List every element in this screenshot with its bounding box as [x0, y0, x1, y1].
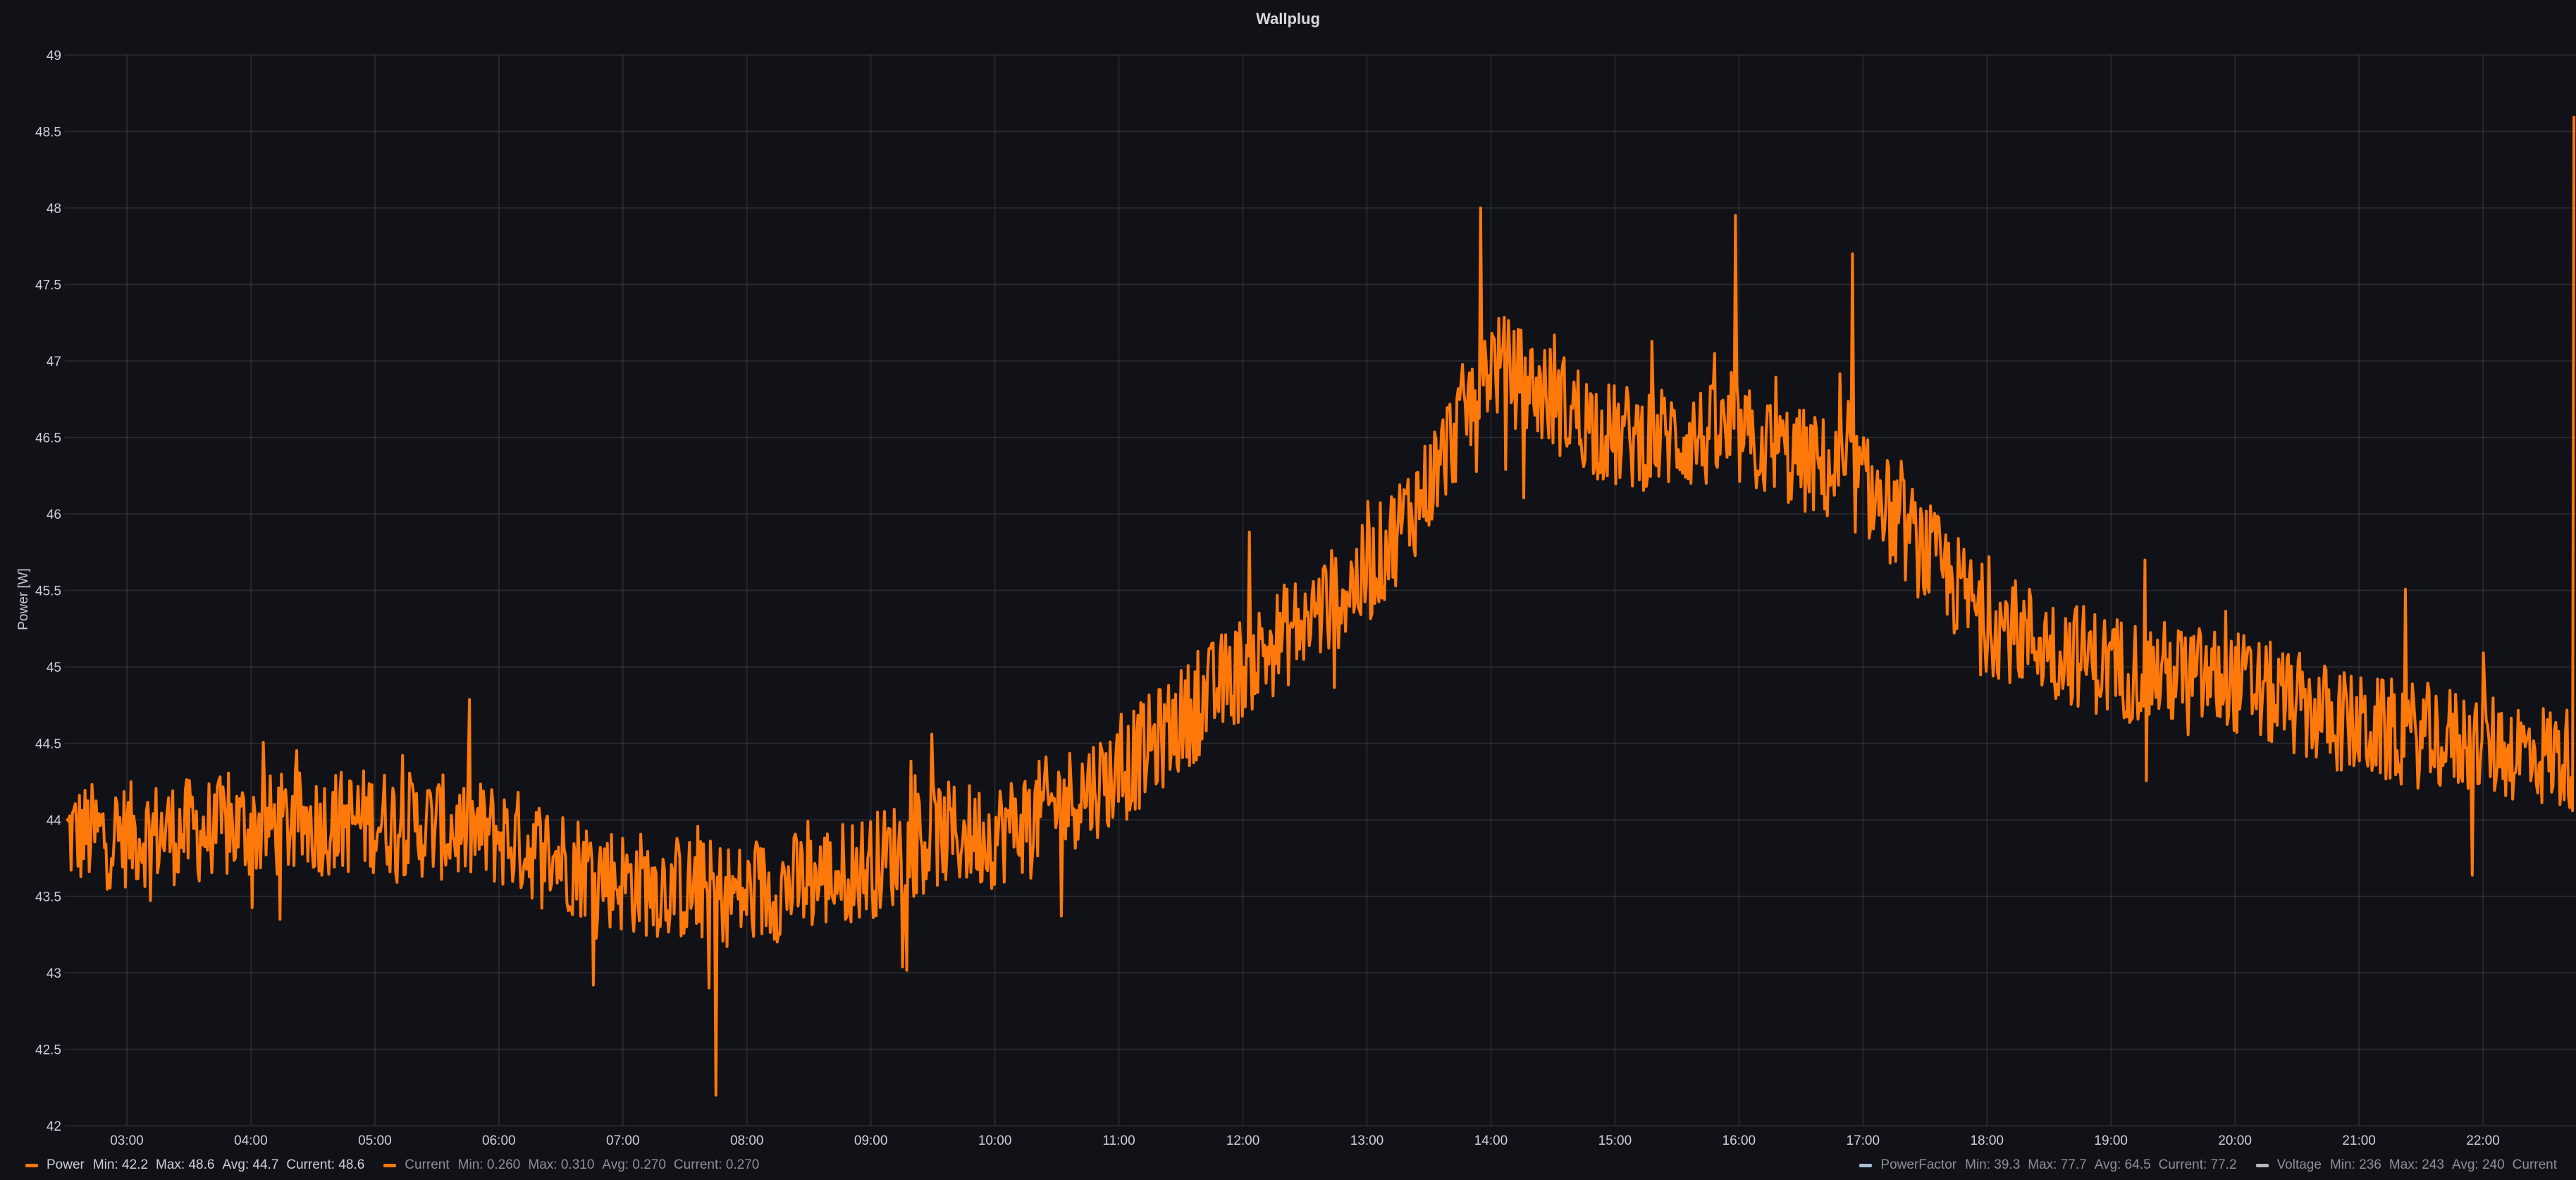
legend-current-voltage: Current [2512, 1157, 2557, 1172]
legend-max-voltage: Max: 243 [2389, 1157, 2444, 1172]
legend-min-powerfactor: Min: 39.3 [1965, 1157, 2021, 1172]
legend-right: PowerFactor Min: 39.3 Max: 77.7 Avg: 64.… [1859, 1156, 2576, 1174]
y-tick-label: 45.5 [35, 584, 61, 599]
legend-left: Power Min: 42.2 Max: 48.6 Avg: 44.7 Curr… [25, 1156, 778, 1174]
y-tick-label: 46 [47, 508, 61, 522]
x-tick-label: 20:00 [2218, 1133, 2252, 1148]
x-tick-label: 04:00 [234, 1133, 268, 1148]
legend-name-powerfactor: PowerFactor [1880, 1157, 1957, 1172]
legend-avg-current: Avg: 0.270 [602, 1157, 666, 1172]
y-tick-label: 45 [47, 660, 61, 675]
legend-current-current: Current: 0.270 [673, 1157, 760, 1172]
x-tick-label: 18:00 [1970, 1133, 2004, 1148]
legend-max-current: Max: 0.310 [528, 1157, 595, 1172]
x-tick-label: 07:00 [606, 1133, 640, 1148]
y-tick-label: 42.5 [35, 1043, 61, 1058]
legend-swatch-powerfactor [1859, 1163, 1873, 1167]
x-tick-label: 10:00 [978, 1133, 1012, 1148]
x-tick-label: 09:00 [854, 1133, 888, 1148]
x-tick-label: 13:00 [1350, 1133, 1384, 1148]
x-tick-label: 14:00 [1474, 1133, 1508, 1148]
legend-max-powerfactor: Max: 77.7 [2028, 1157, 2087, 1172]
legend-item-powerfactor[interactable]: PowerFactor Min: 39.3 Max: 77.7 Avg: 64.… [1859, 1157, 2244, 1173]
y-tick-label: 43 [47, 966, 61, 981]
legend-name-current: Current [405, 1157, 450, 1172]
y-tick-label: 47 [47, 355, 61, 369]
y-tick-label: 44.5 [35, 737, 61, 752]
legend-current-power: Current: 48.6 [286, 1157, 365, 1172]
legend-avg-voltage: Avg: 240 [2451, 1157, 2505, 1172]
legend-max-power: Max: 48.6 [156, 1157, 215, 1172]
legend-avg-powerfactor: Avg: 64.5 [2094, 1157, 2151, 1172]
y-tick-label: 47.5 [35, 278, 61, 293]
y-tick-label: 49 [47, 49, 61, 63]
legend-current-powerfactor: Current: 77.2 [2158, 1157, 2237, 1172]
legend-swatch-power [25, 1163, 38, 1167]
x-tick-label: 19:00 [2094, 1133, 2128, 1148]
y-tick-label: 46.5 [35, 431, 61, 446]
legend-avg-power: Avg: 44.7 [222, 1157, 279, 1172]
x-tick-label: 22:00 [2466, 1133, 2500, 1148]
x-tick-label: 03:00 [110, 1133, 144, 1148]
legend-swatch-voltage [2255, 1163, 2269, 1167]
legend-item-current[interactable]: Current Min: 0.260 Max: 0.310 Avg: 0.270… [383, 1157, 767, 1173]
chart-plot[interactable]: 42 42.5 43 43.5 44 44.5 45 45.5 46 46.5 47 47.5 48 48… [0, 0, 2576, 1180]
legend-min-current: Min: 0.260 [457, 1157, 521, 1172]
y-tick-label: 42 [47, 1119, 61, 1134]
legend-item-power[interactable]: Power Min: 42.2 Max: 48.6 Avg: 44.7 Curr… [25, 1157, 372, 1173]
legend-name-voltage: Voltage [2276, 1157, 2322, 1172]
x-tick-label: 21:00 [2342, 1133, 2376, 1148]
x-tick-label: 16:00 [1723, 1133, 1756, 1148]
x-tick-label: 17:00 [1847, 1133, 1880, 1148]
x-tick-label: 05:00 [358, 1133, 392, 1148]
y-tick-label: 44 [47, 813, 62, 828]
x-tick-label: 12:00 [1226, 1133, 1260, 1148]
y-tick-label: 43.5 [35, 890, 61, 905]
x-tick-label: 06:00 [482, 1133, 516, 1148]
legend-min-voltage: Min: 236 [2329, 1157, 2381, 1172]
y-tick-label: 48.5 [35, 125, 61, 140]
y-tick-label: 48 [47, 202, 61, 216]
legend-swatch-current [383, 1163, 397, 1167]
series-line-power [66, 116, 2576, 1097]
legend-item-voltage[interactable]: Voltage Min: 236 Max: 243 Avg: 240 Curre… [2255, 1157, 2565, 1173]
x-tick-label: 11:00 [1103, 1133, 1135, 1148]
legend-min-power: Min: 42.2 [92, 1157, 149, 1172]
chart-panel: Wallplug Power [W] 42 42.5 43 43.5 44 44.5 45 4… [0, 0, 2576, 1180]
x-tick-label: 08:00 [730, 1133, 764, 1148]
legend-name-power: Power [47, 1157, 85, 1172]
x-tick-label: 15:00 [1598, 1133, 1632, 1148]
